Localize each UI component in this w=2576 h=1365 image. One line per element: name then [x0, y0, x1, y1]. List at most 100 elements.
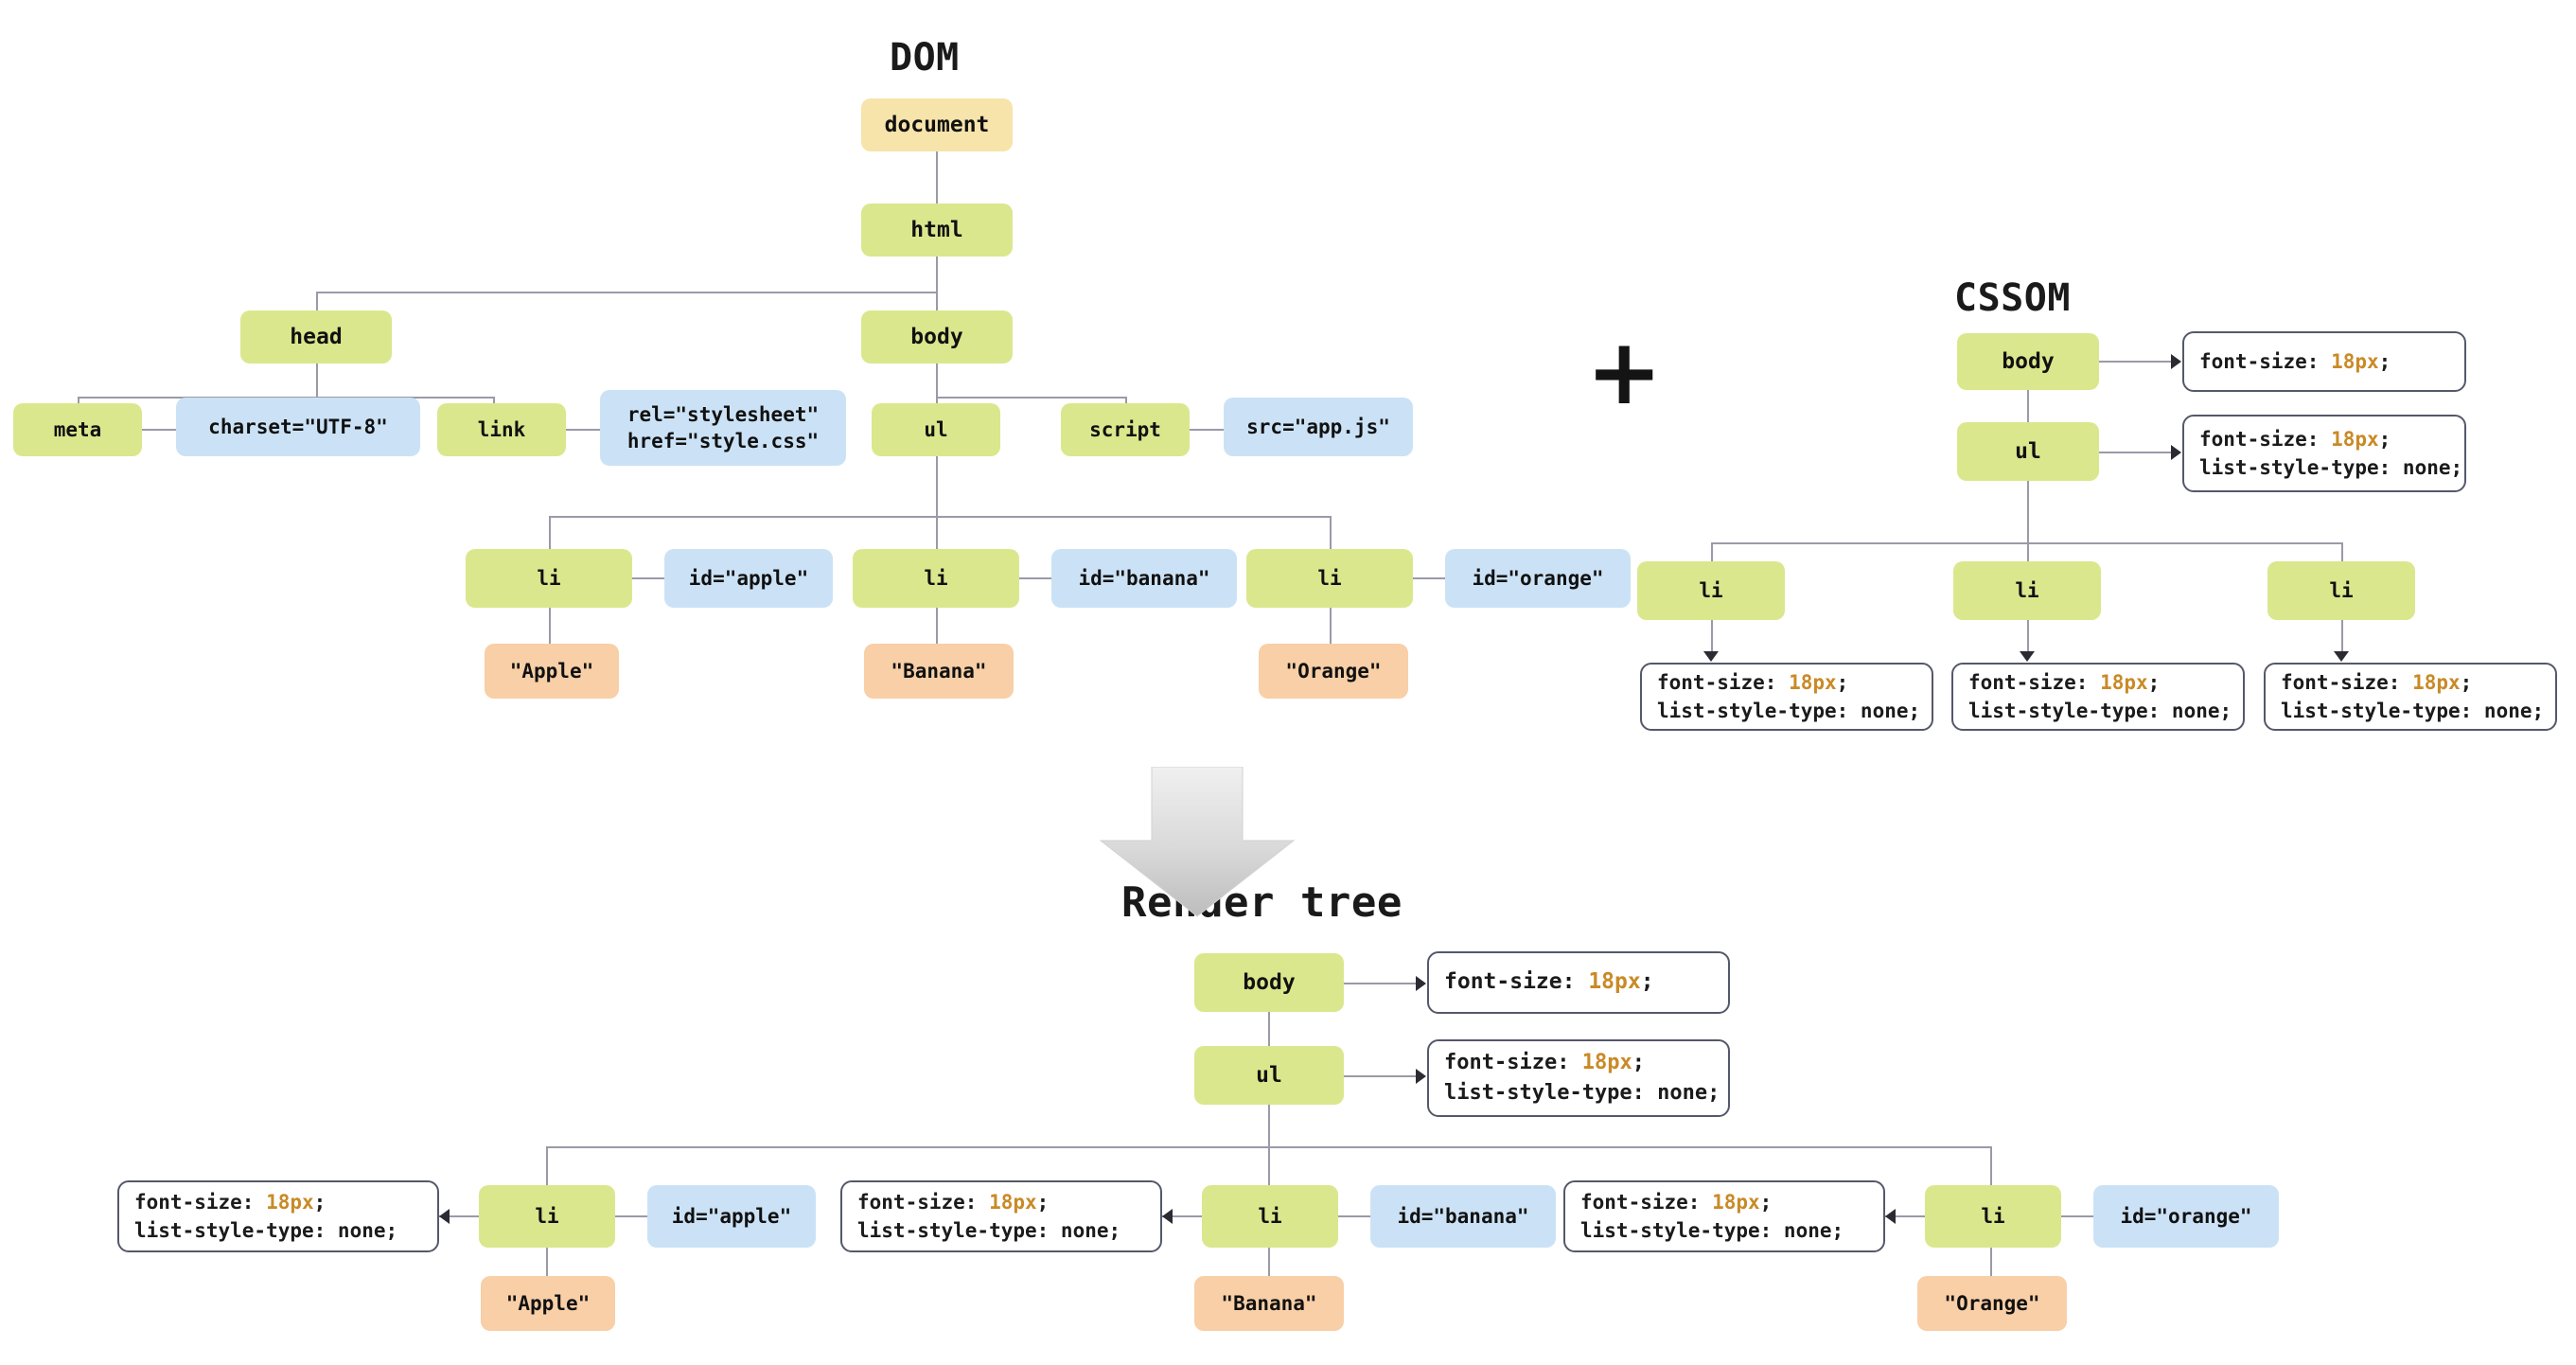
arrowhead-icon — [439, 1209, 450, 1224]
connector-cssom-li-rule-3 — [2341, 620, 2343, 654]
css-declaration: list-style-type: none; — [1444, 1081, 1720, 1105]
connector-li-attr-3 — [1413, 577, 1445, 579]
connector-li-text-3 — [1330, 608, 1332, 647]
connector-cssom-li-rule-1 — [1711, 620, 1713, 654]
css-declaration: font-size: 18px; — [2199, 427, 2391, 451]
css-declaration: font-size: 18px; — [857, 1190, 1050, 1214]
plus-operator-icon: + — [1586, 319, 1663, 425]
connector-cssom-ul-down — [2027, 481, 2029, 543]
render-rule-li: font-size: 18px; list-style-type: none; — [1563, 1180, 1885, 1252]
cssom-rule-body: font-size: 18px; — [2182, 331, 2466, 392]
connector-li-attr-1 — [632, 577, 664, 579]
dom-node-document: document — [861, 98, 1013, 151]
dom-text-node: "Banana" — [864, 644, 1014, 699]
arrowhead-icon — [2171, 445, 2181, 460]
connector-cssom-li-rule-2 — [2027, 620, 2029, 654]
connector-render-li-text-2 — [1268, 1248, 1270, 1280]
css-declaration: font-size: 18px; — [1968, 670, 2161, 694]
down-arrow-icon — [1099, 767, 1296, 917]
cssom-rule-li: font-size: 18px; list-style-type: none; — [1640, 663, 1933, 731]
dom-node-li: li — [853, 549, 1019, 608]
dom-node-html: html — [861, 204, 1013, 257]
dom-text-node: "Orange" — [1259, 644, 1408, 699]
dom-section-title: DOM — [890, 36, 960, 80]
connector-meta-attr — [142, 429, 176, 431]
connector-cssom-ul-rule — [2099, 452, 2173, 453]
arrowhead-icon — [2334, 651, 2349, 662]
render-node-body: body — [1194, 953, 1344, 1012]
css-declaration: list-style-type: none; — [1657, 700, 1921, 722]
dom-attr-li-id: id="orange" — [1445, 549, 1631, 608]
render-rule-body: font-size: 18px; — [1427, 951, 1730, 1014]
render-node-li: li — [1925, 1185, 2061, 1248]
arrowhead-icon — [2171, 354, 2181, 369]
render-rule-li: font-size: 18px; list-style-type: none; — [117, 1180, 439, 1252]
css-declaration: font-size: 18px; — [2199, 349, 2391, 373]
dom-node-head: head — [240, 310, 392, 363]
dom-text-node: "Apple" — [485, 644, 619, 699]
connector-cssom-body-rule — [2099, 361, 2173, 363]
connector-li-text-2 — [936, 608, 938, 647]
dom-node-link: link — [437, 403, 566, 456]
css-declaration: list-style-type: none; — [2281, 700, 2545, 722]
diagram-canvas: DOM document html head body meta charset… — [0, 0, 2576, 1365]
dom-node-ul: ul — [872, 403, 1000, 456]
connector-render-li-text-3 — [1990, 1248, 1992, 1280]
connector-li-text-1 — [549, 608, 551, 647]
cssom-section-title: CSSOM — [1954, 276, 2071, 320]
connector-render-li-text-1 — [546, 1248, 548, 1280]
dom-attr-li-id: id="apple" — [664, 549, 833, 608]
connector-render-bus-li-1 — [546, 1146, 548, 1190]
render-attr-li-id: id="apple" — [647, 1185, 816, 1248]
arrowhead-icon — [1885, 1209, 1896, 1224]
render-rule-ul: font-size: 18px; list-style-type: none; — [1427, 1039, 1730, 1117]
arrowhead-icon — [2020, 651, 2035, 662]
render-node-li: li — [479, 1185, 615, 1248]
cssom-rule-ul: font-size: 18px; list-style-type: none; — [2182, 415, 2466, 492]
connector-render-body-rule — [1344, 983, 1418, 984]
connector-body-down — [936, 363, 938, 398]
cssom-rule-li: font-size: 18px; list-style-type: none; — [2264, 663, 2557, 731]
css-declaration: font-size: 18px; — [1444, 969, 1654, 995]
connector-render-ul-down — [1268, 1105, 1270, 1147]
connector-html-bus — [316, 292, 938, 293]
connector-head-down — [316, 363, 318, 398]
render-attr-li-id: id="banana" — [1370, 1185, 1556, 1248]
connector-ul-down — [936, 456, 938, 517]
render-rule-li: font-size: 18px; list-style-type: none; — [840, 1180, 1162, 1252]
css-declaration: font-size: 18px; — [2281, 670, 2473, 694]
arrowhead-icon — [1416, 976, 1426, 991]
dom-node-li: li — [466, 549, 632, 608]
connector-body-bus — [936, 397, 1126, 399]
cssom-node-ul: ul — [1957, 422, 2099, 481]
cssom-rule-li: font-size: 18px; list-style-type: none; — [1951, 663, 2245, 731]
connector-render-bus-li-2 — [1268, 1146, 1270, 1190]
connector-render-ul-rule — [1344, 1075, 1418, 1077]
render-text-node: "Apple" — [481, 1276, 615, 1331]
css-declaration: list-style-type: none; — [857, 1219, 1121, 1242]
arrowhead-icon — [1703, 651, 1719, 662]
connector-render-bus-li-3 — [1990, 1146, 1992, 1190]
connector-render-li-attr-2 — [1338, 1215, 1370, 1217]
dom-node-script: script — [1061, 403, 1190, 456]
dom-attr-link: rel="stylesheet" href="style.css" — [600, 390, 846, 466]
connector-document-html — [936, 151, 938, 204]
cssom-node-li: li — [2267, 561, 2415, 620]
css-declaration: list-style-type: none; — [2199, 456, 2463, 479]
css-declaration: font-size: 18px; — [1657, 670, 1849, 694]
connector-html-down — [936, 257, 938, 292]
css-declaration: font-size: 18px; — [134, 1190, 326, 1214]
render-attr-li-id: id="orange" — [2093, 1185, 2279, 1248]
render-text-node: "Banana" — [1194, 1276, 1344, 1331]
render-node-li: li — [1202, 1185, 1338, 1248]
cssom-node-body: body — [1957, 333, 2099, 390]
css-declaration: font-size: 18px; — [1580, 1190, 1773, 1214]
css-declaration: list-style-type: none; — [1968, 700, 2232, 722]
connector-li-attr-2 — [1019, 577, 1051, 579]
connector-ul-bus — [549, 516, 1331, 518]
arrowhead-icon — [1162, 1209, 1173, 1224]
dom-attr-li-id: id="banana" — [1051, 549, 1237, 608]
css-declaration: list-style-type: none; — [134, 1219, 398, 1242]
css-declaration: list-style-type: none; — [1580, 1219, 1844, 1242]
render-node-ul: ul — [1194, 1046, 1344, 1105]
